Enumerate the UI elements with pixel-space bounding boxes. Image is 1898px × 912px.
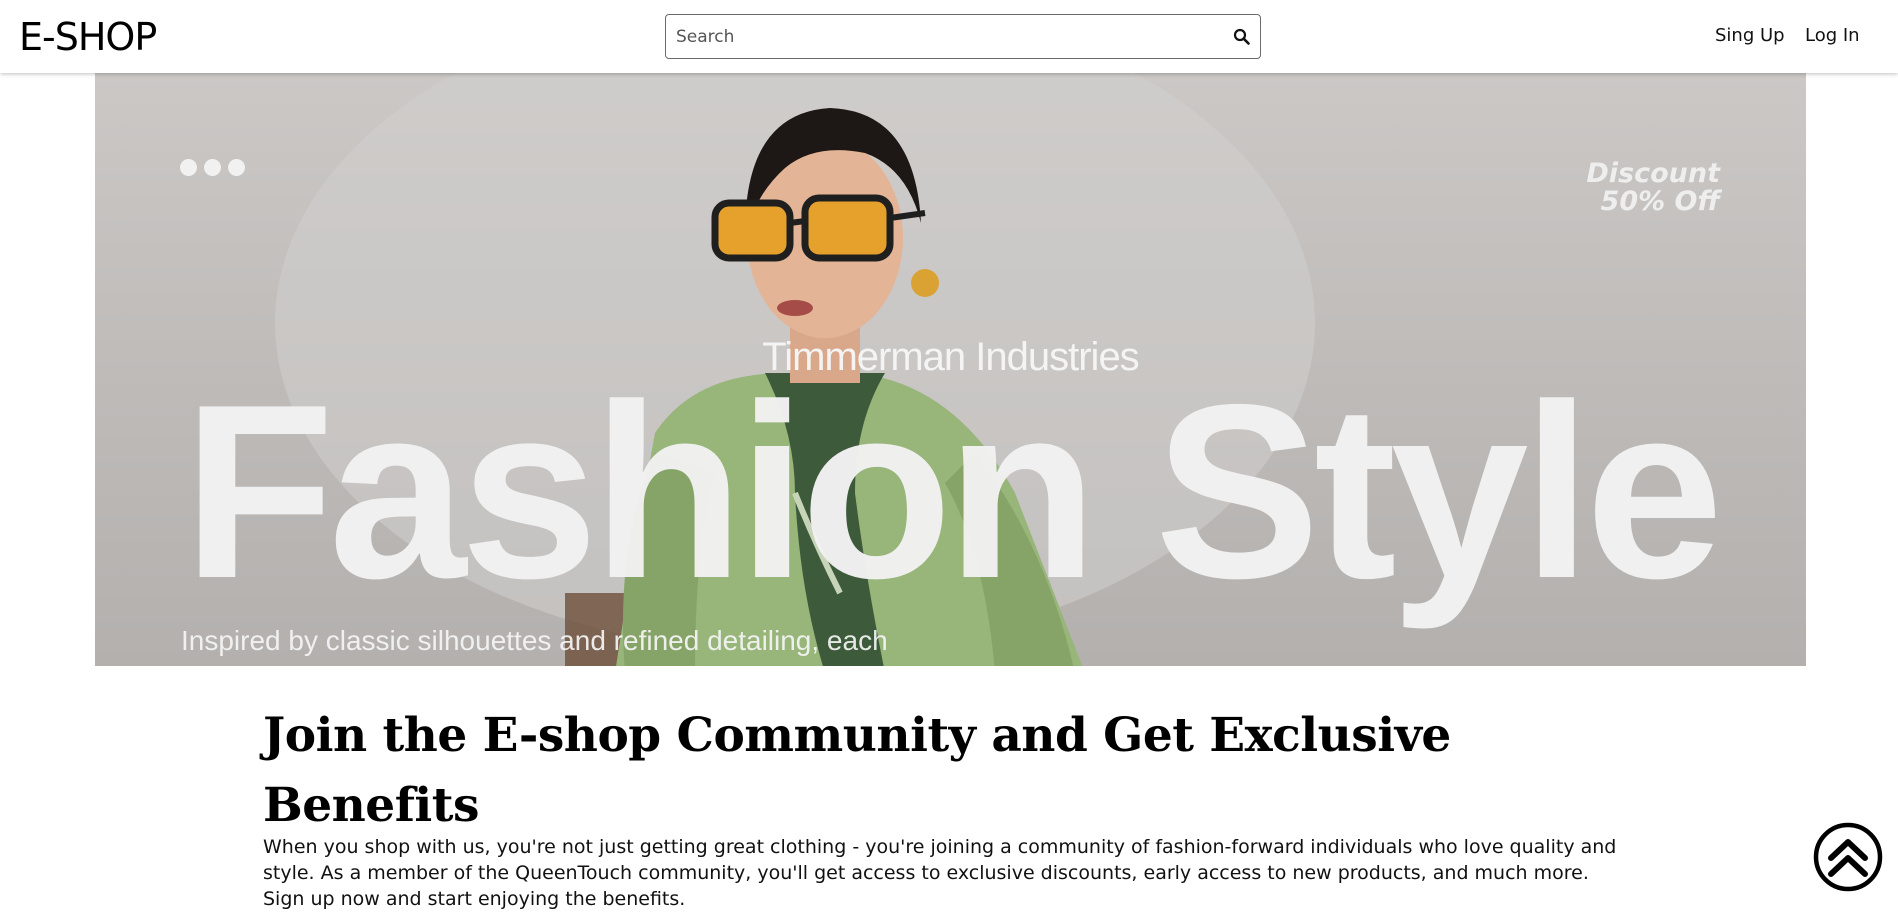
discount-line-2: 50% Off xyxy=(1600,186,1720,217)
discount-line-1: Discount xyxy=(1586,158,1720,189)
search-box xyxy=(665,14,1261,59)
hero-banner[interactable]: Discount 50% Off Timmerman Industries Fa… xyxy=(95,73,1806,666)
carousel-dots xyxy=(180,159,250,179)
discount-badge: Discount 50% Off xyxy=(1586,160,1720,216)
site-logo[interactable]: E-SHOP xyxy=(19,14,157,60)
hero-subtext: Inspired by classic silhouettes and refi… xyxy=(181,625,888,656)
search-input[interactable] xyxy=(674,15,1214,58)
top-navigation-bar: E-SHOP Sing Up Log In xyxy=(0,0,1898,73)
hero-headline: Fashion Style xyxy=(183,352,1723,630)
double-chevron-up-icon[interactable] xyxy=(1813,822,1883,892)
community-heading: Join the E-shop Community and Get Exclus… xyxy=(263,708,1451,834)
login-link[interactable]: Log In xyxy=(1805,24,1860,48)
community-description: When you shop with us, you're not just g… xyxy=(263,836,1617,910)
search-icon[interactable] xyxy=(1232,27,1252,47)
signup-link[interactable]: Sing Up xyxy=(1715,24,1785,48)
carousel-dot[interactable] xyxy=(180,159,197,176)
carousel-dot[interactable] xyxy=(204,159,221,176)
carousel-dot[interactable] xyxy=(228,159,245,176)
